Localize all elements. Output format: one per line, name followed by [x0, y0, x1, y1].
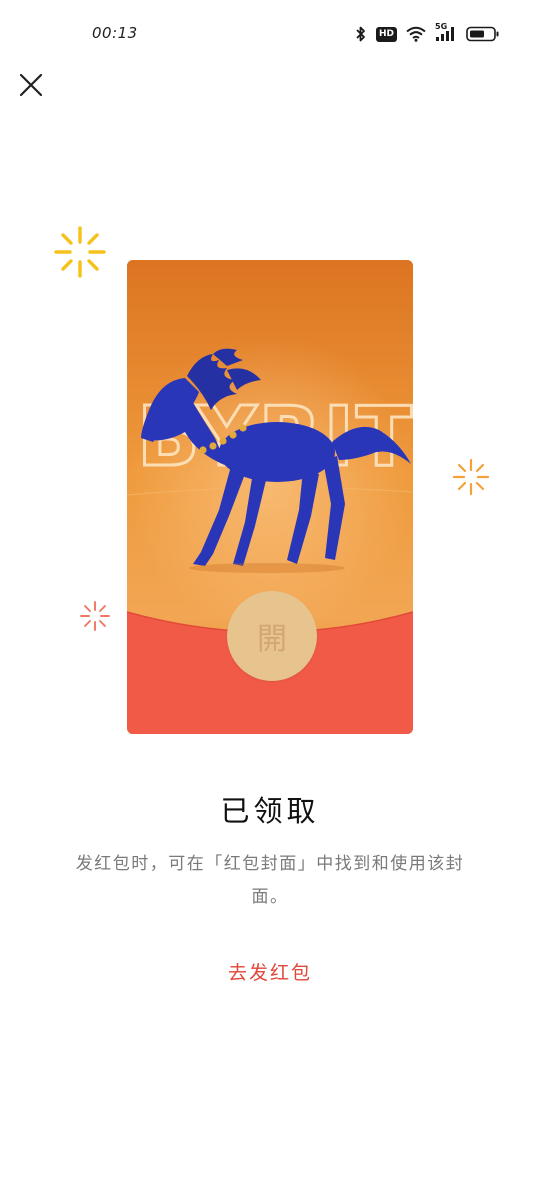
- sparkle-icon-orange: [452, 458, 490, 500]
- close-icon: [19, 73, 43, 101]
- status-icons: HD 5G: [355, 22, 500, 46]
- battery-icon: [466, 26, 500, 42]
- close-button[interactable]: [14, 70, 48, 104]
- sparkle-icon-yellow: [52, 224, 108, 284]
- status-time: 00:13: [92, 24, 138, 42]
- 5g-signal-icon: 5G: [435, 22, 457, 42]
- sparkle-icon-red: [79, 600, 111, 636]
- wifi-icon: [406, 26, 426, 42]
- claimed-description: 发红包时，可在「红包封面」中找到和使用该封面。: [75, 854, 465, 907]
- open-envelope-button[interactable]: 開: [227, 591, 317, 681]
- open-button-label: 開: [257, 622, 287, 657]
- claimed-title: 已领取: [220, 794, 320, 828]
- status-bar: 00:13 HD 5G: [0, 0, 540, 68]
- bluetooth-icon: [355, 26, 367, 42]
- send-red-packet-link[interactable]: 去发红包: [0, 958, 540, 985]
- hd-icon: HD: [375, 26, 397, 42]
